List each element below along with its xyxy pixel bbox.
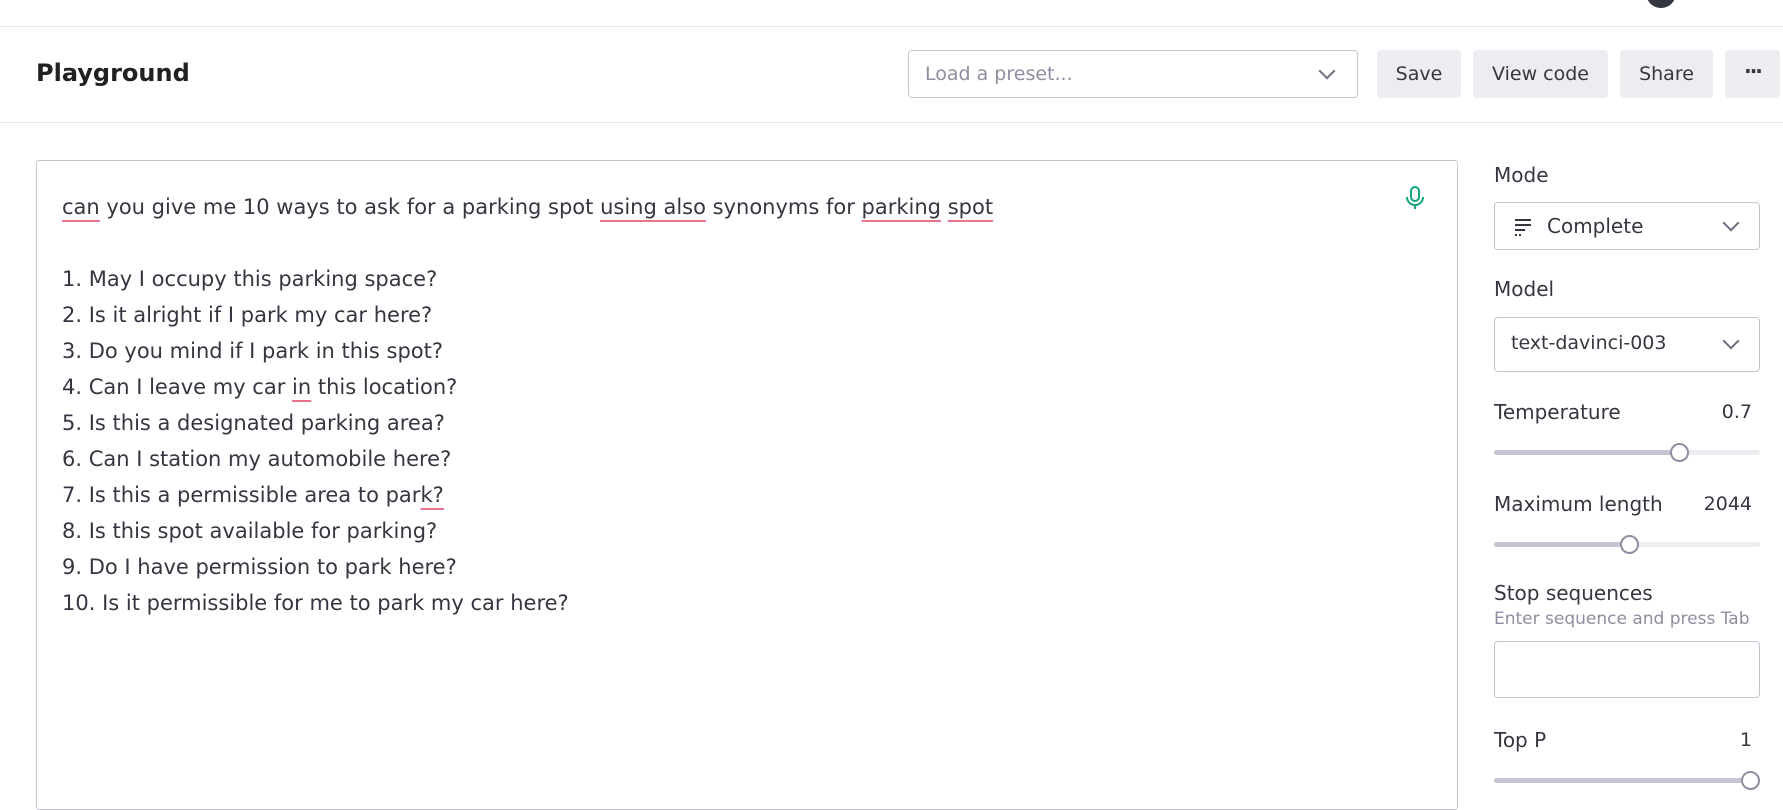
stop-sequences-label: Stop sequences	[1494, 581, 1653, 605]
completion-line: 9. Do I have permission to park here?	[62, 555, 457, 579]
more-options-button[interactable]: ···	[1725, 50, 1780, 98]
mode-label: Mode	[1494, 163, 1549, 187]
completion-line: 2. Is it alright if I park my car here?	[62, 303, 433, 327]
complete-mode-icon	[1515, 219, 1531, 236]
share-button[interactable]: Share	[1620, 50, 1713, 98]
prompt-editor[interactable]: can you give me 10 ways to ask for a par…	[36, 160, 1458, 810]
chevron-down-icon	[1722, 332, 1740, 350]
prompt-word: using also	[600, 195, 706, 219]
prompt-text[interactable]: can you give me 10 ways to ask for a par…	[62, 189, 1362, 621]
prompt-word: spot	[947, 195, 994, 219]
completion-line: 5. Is this a designated parking area?	[62, 411, 445, 435]
slider-fill	[1494, 778, 1760, 783]
user-avatar[interactable]	[1646, 0, 1676, 8]
playground-header: Playground Load a preset... Save View co…	[0, 27, 1783, 123]
preset-select[interactable]: Load a preset...	[908, 50, 1358, 98]
max-length-label: Maximum length	[1494, 492, 1663, 516]
temperature-slider[interactable]	[1494, 442, 1760, 462]
mode-value: Complete	[1547, 214, 1644, 238]
save-button[interactable]: Save	[1377, 50, 1461, 98]
microphone-icon[interactable]	[1403, 185, 1427, 211]
max-length-slider[interactable]	[1494, 534, 1760, 554]
prompt-word: synonyms for	[705, 195, 862, 219]
mode-select[interactable]: Complete	[1494, 202, 1760, 250]
max-length-value[interactable]: 2044	[1704, 493, 1752, 515]
completion-word: in	[292, 375, 312, 399]
top-navigation-bar	[0, 0, 1783, 27]
prompt-word: parking	[861, 195, 942, 219]
completion-line: 1. May I occupy this parking space?	[62, 267, 438, 291]
top-p-value[interactable]: 1	[1740, 729, 1752, 751]
stop-sequences-input[interactable]	[1494, 641, 1760, 698]
more-icon: ···	[1744, 59, 1763, 83]
slider-fill	[1494, 450, 1680, 455]
view-code-button[interactable]: View code	[1473, 50, 1608, 98]
completion-word: this location?	[311, 375, 458, 399]
model-label: Model	[1494, 277, 1555, 301]
top-p-slider[interactable]	[1494, 770, 1760, 790]
slider-fill	[1494, 542, 1630, 547]
prompt-word: can	[62, 195, 100, 219]
chevron-down-icon	[1722, 214, 1740, 232]
completion-line: 8. Is this spot available for parking?	[62, 519, 438, 543]
stop-sequences-hint: Enter sequence and press Tab	[1494, 609, 1750, 629]
preset-placeholder: Load a preset...	[925, 63, 1073, 85]
temperature-value[interactable]: 0.7	[1722, 401, 1752, 423]
top-p-label: Top P	[1494, 728, 1547, 752]
completion-word: k?	[420, 483, 444, 507]
prompt-word	[941, 195, 948, 219]
completion-line: 4. Can I leave my car	[62, 375, 293, 399]
slider-handle[interactable]	[1620, 535, 1639, 554]
completion-line: 3. Do you mind if I park in this spot?	[62, 339, 444, 363]
page-title: Playground	[36, 59, 190, 87]
model-value: text-davinci-003	[1511, 332, 1667, 354]
model-select[interactable]: text-davinci-003	[1494, 317, 1760, 372]
prompt-word: you give me 10 ways to ask for a parking…	[99, 195, 601, 219]
completion-line: 10. Is it permissible for me to park my …	[62, 591, 569, 615]
chevron-down-icon	[1318, 62, 1336, 80]
completion-line: 7. Is this a permissible area to par	[62, 483, 421, 507]
slider-handle[interactable]	[1741, 771, 1760, 790]
completion-line: 6. Can I station my automobile here?	[62, 447, 452, 471]
temperature-label: Temperature	[1494, 400, 1621, 424]
slider-handle[interactable]	[1670, 443, 1689, 462]
